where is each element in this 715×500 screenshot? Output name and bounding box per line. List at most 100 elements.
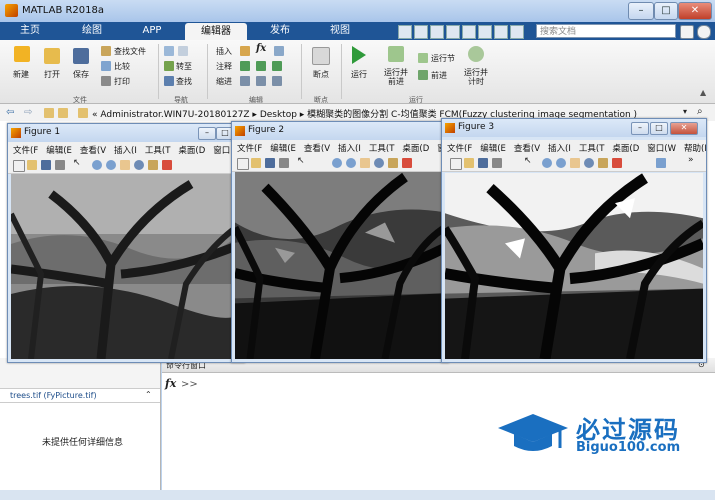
comment-icon[interactable] [240, 61, 250, 71]
pointer-icon[interactable]: ↖ [73, 158, 83, 168]
goto-button[interactable]: 转至 [176, 61, 192, 72]
comment-button[interactable]: 注释 [216, 61, 232, 72]
figure-3-window[interactable]: Figure 3 – □ ✕ 文件(F 编辑(E 查看(V 插入(I 工具(T 桌面(D 窗… [441, 118, 707, 363]
brush-icon[interactable] [612, 158, 622, 168]
rotate-icon[interactable] [584, 158, 594, 168]
pointer-icon[interactable]: ↖ [524, 156, 534, 166]
browse-folder-icon[interactable] [58, 108, 68, 118]
quick-undo-icon[interactable] [462, 25, 476, 39]
maximize-button[interactable]: □ [654, 2, 678, 20]
zoom-in-icon[interactable] [92, 160, 102, 170]
tab-plots[interactable]: 绘图 [64, 22, 120, 40]
menu-desktop[interactable]: 桌面(D [607, 140, 642, 154]
quick-save-icon[interactable] [398, 25, 412, 39]
open-folder-icon[interactable] [44, 48, 60, 64]
save-figure-icon[interactable] [265, 158, 275, 168]
insert-button[interactable]: 插入 [216, 46, 232, 57]
find-files-button[interactable]: 查找文件 [114, 46, 146, 57]
rotate-icon[interactable] [374, 158, 384, 168]
menu-help[interactable]: 帮助(H [679, 140, 706, 154]
path-dropdown-icon[interactable]: ▾ [683, 107, 687, 116]
zoom-out-icon[interactable] [556, 158, 566, 168]
breakpoints-button[interactable]: 断点 [304, 69, 338, 80]
compare-button[interactable]: 比较 [114, 61, 130, 72]
quick-redo-icon[interactable] [478, 25, 492, 39]
menu-edit[interactable]: 编辑(E [475, 140, 509, 154]
close-button[interactable]: ✕ [678, 2, 712, 20]
run-advance-icon[interactable] [388, 46, 404, 62]
ribbon-collapse-icon[interactable]: ▲ [700, 88, 706, 97]
forward-icon[interactable]: ⇨ [24, 107, 32, 118]
up-folder-icon[interactable] [44, 108, 54, 118]
brush-icon[interactable] [402, 158, 412, 168]
menu-edit[interactable]: 编辑(E [41, 142, 75, 156]
details-collapse-icon[interactable]: ⌃ [145, 390, 152, 399]
find-button[interactable]: 查找 [176, 76, 192, 87]
menu-tools[interactable]: 工具(T [574, 140, 608, 154]
search-folder-icon[interactable]: ⌕ [697, 106, 703, 117]
zoom-out-icon[interactable] [106, 160, 116, 170]
tab-publish[interactable]: 发布 [254, 22, 306, 40]
tab-apps[interactable]: APP [124, 22, 180, 40]
data-cursor-icon[interactable] [148, 160, 158, 170]
menu-desktop[interactable]: 桌面(D [173, 142, 208, 156]
print-figure-icon[interactable] [279, 158, 289, 168]
print-figure-icon[interactable] [55, 160, 65, 170]
menu-desktop[interactable]: 桌面(D [397, 140, 432, 154]
smart-indent-icon[interactable] [240, 76, 250, 86]
new-icon[interactable] [14, 46, 30, 62]
menu-tools[interactable]: 工具(T [364, 140, 398, 154]
open-file-icon[interactable] [251, 158, 261, 168]
data-cursor-icon[interactable] [388, 158, 398, 168]
pan-icon[interactable] [360, 158, 370, 168]
pan-icon[interactable] [570, 158, 580, 168]
tab-view[interactable]: 视图 [314, 22, 366, 40]
quick-help-icon[interactable] [510, 25, 524, 39]
save-figure-icon[interactable] [478, 158, 488, 168]
new-button[interactable]: 新建 [6, 69, 36, 80]
zoom-out-icon[interactable] [346, 158, 356, 168]
run-and-time-icon[interactable] [468, 46, 484, 62]
save-icon[interactable] [73, 48, 89, 64]
menu-tools[interactable]: 工具(T [140, 142, 174, 156]
zoom-in-icon[interactable] [332, 158, 342, 168]
figure-3-close-button[interactable]: ✕ [670, 122, 698, 135]
pan-icon[interactable] [120, 160, 130, 170]
quick-switch-icon[interactable] [494, 25, 508, 39]
menu-file[interactable]: 文件(F [442, 140, 475, 154]
forward-arrow-icon[interactable] [178, 46, 188, 56]
quick-copy-icon[interactable] [430, 25, 444, 39]
figure-3-minimize-button[interactable]: – [631, 122, 649, 135]
figure-1-window[interactable]: Figure 1 – □ 文件(F 编辑(E 查看(V 插入(I 工具(T 桌面(D 窗口(… [7, 123, 245, 363]
wrap-comment-icon[interactable] [272, 61, 282, 71]
menu-view[interactable]: 查看(V [509, 140, 543, 154]
save-figure-icon[interactable] [41, 160, 51, 170]
advance-button[interactable]: 前进 [431, 70, 447, 81]
new-figure-icon[interactable] [237, 158, 249, 170]
run-icon[interactable] [352, 46, 366, 64]
tab-home[interactable]: 主页 [8, 22, 52, 40]
zoom-in-icon[interactable] [542, 158, 552, 168]
back-arrow-icon[interactable] [164, 46, 174, 56]
open-file-icon[interactable] [464, 158, 474, 168]
run-section-button[interactable]: 运行节 [431, 53, 455, 64]
new-figure-icon[interactable] [450, 158, 462, 170]
run-and-time-button[interactable]: 运行并 计时 [460, 68, 492, 86]
command-prompt[interactable]: >> [181, 379, 198, 390]
breakpoint-icon[interactable] [312, 47, 330, 65]
quick-cut-icon[interactable] [414, 25, 428, 39]
rotate-icon[interactable] [134, 160, 144, 170]
link-plot-icon[interactable] [656, 158, 666, 168]
new-figure-icon[interactable] [13, 160, 25, 172]
fx-icon[interactable]: fx [256, 43, 266, 54]
back-icon[interactable]: ⇦ [6, 107, 14, 118]
figure-1-minimize-button[interactable]: – [198, 127, 216, 140]
run-advance-button[interactable]: 运行并 前进 [378, 68, 414, 86]
indent-button[interactable]: 缩进 [216, 76, 232, 87]
menu-edit[interactable]: 编辑(E [265, 140, 299, 154]
save-button[interactable]: 保存 [67, 69, 95, 80]
quick-paste-icon[interactable] [446, 25, 460, 39]
data-cursor-icon[interactable] [598, 158, 608, 168]
print-figure-icon[interactable] [492, 158, 502, 168]
brush-icon[interactable] [162, 160, 172, 170]
